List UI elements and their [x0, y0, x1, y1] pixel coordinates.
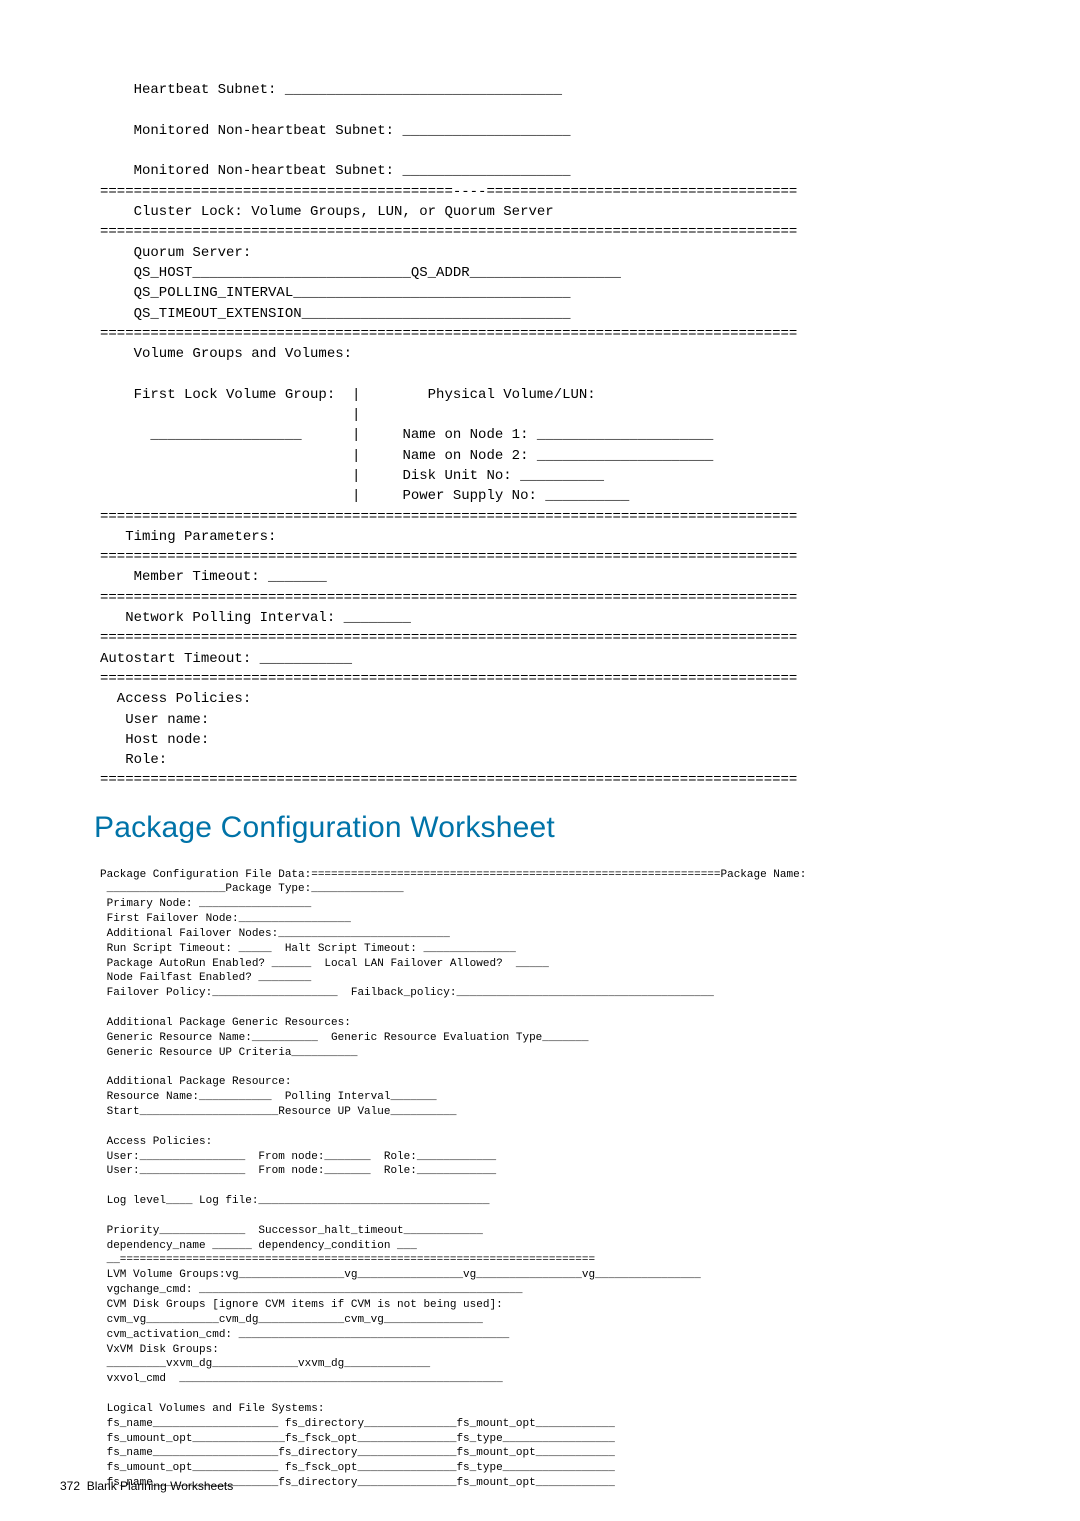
generic-resource-name-line: Generic Resource Name:__________ Generic…: [100, 1032, 588, 1044]
quorum-server-header: Quorum Server:: [100, 245, 251, 261]
fs-line-a2: fs_umount_opt______________fs_fsck_opt__…: [100, 1433, 615, 1445]
cvm-disk-groups-line: CVM Disk Groups [ignore CVM items if CVM…: [100, 1299, 503, 1311]
separator-eq-5: ========================================…: [100, 590, 797, 606]
member-timeout-line: Member Timeout: _______: [100, 569, 327, 585]
blank-name1-line: __________________ | Name on Node 1: ___…: [100, 427, 713, 443]
addl-pkg-resource-header: Additional Package Resource:: [100, 1076, 291, 1088]
access-policies-header: Access Policies:: [100, 691, 251, 707]
autostart-timeout-line: Autostart Timeout: ___________: [100, 651, 352, 667]
pkg-access-policies-header: Access Policies:: [100, 1136, 212, 1148]
qs-timeout-line: QS_TIMEOUT_EXTENSION____________________…: [100, 306, 570, 322]
power-supply-line: | Power Supply No: __________: [100, 488, 629, 504]
fs-line-b2: fs_umount_opt_____________ fs_fsck_opt__…: [100, 1462, 615, 1474]
failover-policy-line: Failover Policy:___________________ Fail…: [100, 987, 714, 999]
separator-dash: ========================================…: [100, 184, 797, 200]
package-worksheet-block: Package Configuration File Data:========…: [100, 853, 1020, 1491]
lvm-vg-line: LVM Volume Groups:vg________________vg__…: [100, 1269, 701, 1281]
pkg-type-line: __________________Package Type:_________…: [100, 883, 404, 895]
log-line: Log level____ Log file:_________________…: [100, 1195, 489, 1207]
separator-eq-7: ========================================…: [100, 671, 797, 687]
separator-eq-8: ========================================…: [100, 772, 797, 788]
host-node-line: Host node:: [100, 732, 209, 748]
vxvol-cmd-line: vxvol_cmd ______________________________…: [100, 1373, 503, 1385]
separator-eq-4: ========================================…: [100, 549, 797, 565]
autorun-line: Package AutoRun Enabled? ______ Local LA…: [100, 958, 549, 970]
failfast-line: Node Failfast Enabled? ________: [100, 972, 311, 984]
timing-parameters-header: Timing Parameters:: [100, 529, 276, 545]
qs-host-addr-line: QS_HOST__________________________QS_ADDR…: [100, 265, 621, 281]
logical-volumes-fs-header: Logical Volumes and File Systems:: [100, 1403, 324, 1415]
footer-section-name: Blank Planning Worksheets: [87, 1479, 234, 1493]
network-polling-line: Network Polling Interval: ________: [100, 610, 411, 626]
vgchange-cmd-line: vgchange_cmd: __________________________…: [100, 1284, 522, 1296]
section-title: Package Configuration Worksheet: [94, 811, 1020, 845]
separator-eq-3: ========================================…: [100, 509, 797, 525]
primary-node-line: Primary Node: _________________: [100, 898, 311, 910]
start-resource-up-line: Start_____________________Resource UP Va…: [100, 1106, 456, 1118]
user-line-2: User:________________ From node:_______ …: [100, 1165, 496, 1177]
separator-eq-1: ========================================…: [100, 224, 797, 240]
page-number: 372: [60, 1479, 80, 1493]
cvm-vg-line: cvm_vg___________cvm_dg_____________cvm_…: [100, 1314, 483, 1326]
priority-line: Priority_____________ Successor_halt_tim…: [100, 1225, 483, 1237]
pkg-separator: __======================================…: [100, 1254, 595, 1266]
separator-eq-2: ========================================…: [100, 326, 797, 342]
disk-unit-line: | Disk Unit No: __________: [100, 468, 604, 484]
cluster-worksheet-block: Heartbeat Subnet: ______________________…: [100, 60, 1020, 791]
vxvm-dg-line: _________vxvm_dg_____________vxvm_dg____…: [100, 1358, 430, 1370]
cluster-lock-line: Cluster Lock: Volume Groups, LUN, or Quo…: [100, 204, 554, 220]
fs-line-a1: fs_name___________________ fs_directory_…: [100, 1418, 615, 1430]
first-lock-header-line: First Lock Volume Group: | Physical Volu…: [100, 387, 596, 403]
addl-failover-line: Additional Failover Nodes:______________…: [100, 928, 450, 940]
generic-resource-up-line: Generic Resource UP Criteria__________: [100, 1047, 357, 1059]
first-failover-line: First Failover Node:_________________: [100, 913, 351, 925]
user-name-line: User name:: [100, 712, 209, 728]
fs-line-b1: fs_name___________________fs_directory__…: [100, 1447, 615, 1459]
user-line-1: User:________________ From node:_______ …: [100, 1151, 496, 1163]
name2-line: | Name on Node 2: _____________________: [100, 448, 713, 464]
pkg-file-data-line: Package Configuration File Data:========…: [100, 869, 806, 881]
role-line: Role:: [100, 752, 167, 768]
cvm-activation-cmd-line: cvm_activation_cmd: ____________________…: [100, 1329, 509, 1341]
qs-polling-line: QS_POLLING_INTERVAL_____________________…: [100, 285, 570, 301]
dependency-line: dependency_name ______ dependency_condit…: [100, 1240, 417, 1252]
resource-name-poll-line: Resource Name:___________ Polling Interv…: [100, 1091, 437, 1103]
pipe-only-line: |: [100, 407, 360, 423]
mon-nonhb-subnet-line-1: Monitored Non-heartbeat Subnet: ________…: [100, 123, 570, 139]
separator-eq-6: ========================================…: [100, 630, 797, 646]
vxvm-disk-groups-header: VxVM Disk Groups:: [100, 1344, 219, 1356]
volume-groups-header: Volume Groups and Volumes:: [100, 346, 352, 362]
mon-nonhb-subnet-line-2: Monitored Non-heartbeat Subnet: ________…: [100, 163, 570, 179]
heartbeat-subnet-line: Heartbeat Subnet: ______________________…: [100, 82, 562, 98]
run-halt-script-line: Run Script Timeout: _____ Halt Script Ti…: [100, 943, 516, 955]
addl-generic-res-header: Additional Package Generic Resources:: [100, 1017, 351, 1029]
page-footer: 372 Blank Planning Worksheets: [60, 1479, 233, 1493]
